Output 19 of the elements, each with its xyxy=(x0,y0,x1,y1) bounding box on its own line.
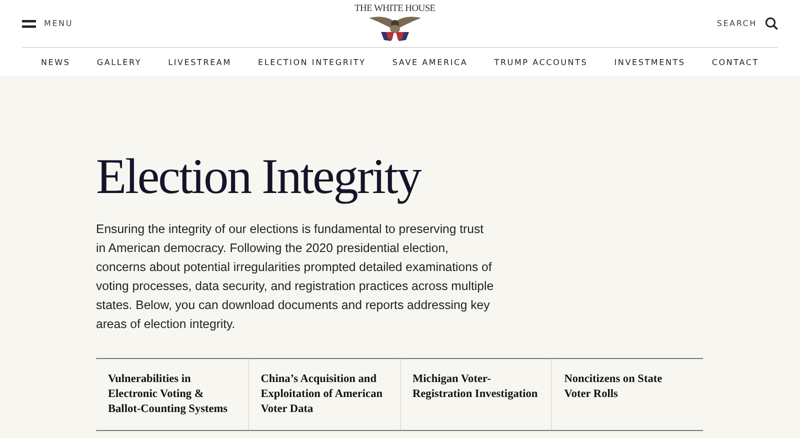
nav-link[interactable]: LIVESTREAM xyxy=(168,58,232,66)
menu-button[interactable]: MENU xyxy=(22,19,73,28)
document-link[interactable]: Michigan Voter-Registration Investigation xyxy=(400,359,552,430)
nav-link[interactable]: TRUMP ACCOUNTS xyxy=(494,58,588,66)
menu-icon xyxy=(22,20,36,28)
page-title: Election Integrity xyxy=(96,148,422,204)
nav-link[interactable]: CONTACT xyxy=(712,58,759,66)
logo[interactable]: THE WHITE HOUSE xyxy=(354,4,436,42)
document-link[interactable]: China’s Acquisition and Exploitation of American Voter Data xyxy=(248,359,400,430)
intro-paragraph: Ensuring the integrity of our elections is fundamental to preserving trust in American democracy. Following the 2020 presidential election, concerns about potential irregularities prompted detailed examinations of voting processes, data security, and registration practices across multiple states. Below, you can download documents and reports addressing key areas of election integrity. xyxy=(96,221,495,333)
nav-link[interactable]: NEWS xyxy=(41,58,70,66)
nav-link[interactable]: SAVE AMERICA xyxy=(392,58,468,66)
search-icon xyxy=(764,17,778,30)
search-button[interactable]: SEARCH xyxy=(716,17,778,30)
document-link[interactable]: Noncitizens on State Voter Rolls xyxy=(551,359,703,430)
nav-link[interactable]: GALLERY xyxy=(96,58,142,66)
document-link[interactable]: Vulnerabilities in Electronic Voting & Ballot-Counting Systems xyxy=(96,359,248,430)
nav-link[interactable]: ELECTION INTEGRITY xyxy=(258,58,366,66)
nav-link[interactable]: INVESTMENTS xyxy=(614,58,686,66)
